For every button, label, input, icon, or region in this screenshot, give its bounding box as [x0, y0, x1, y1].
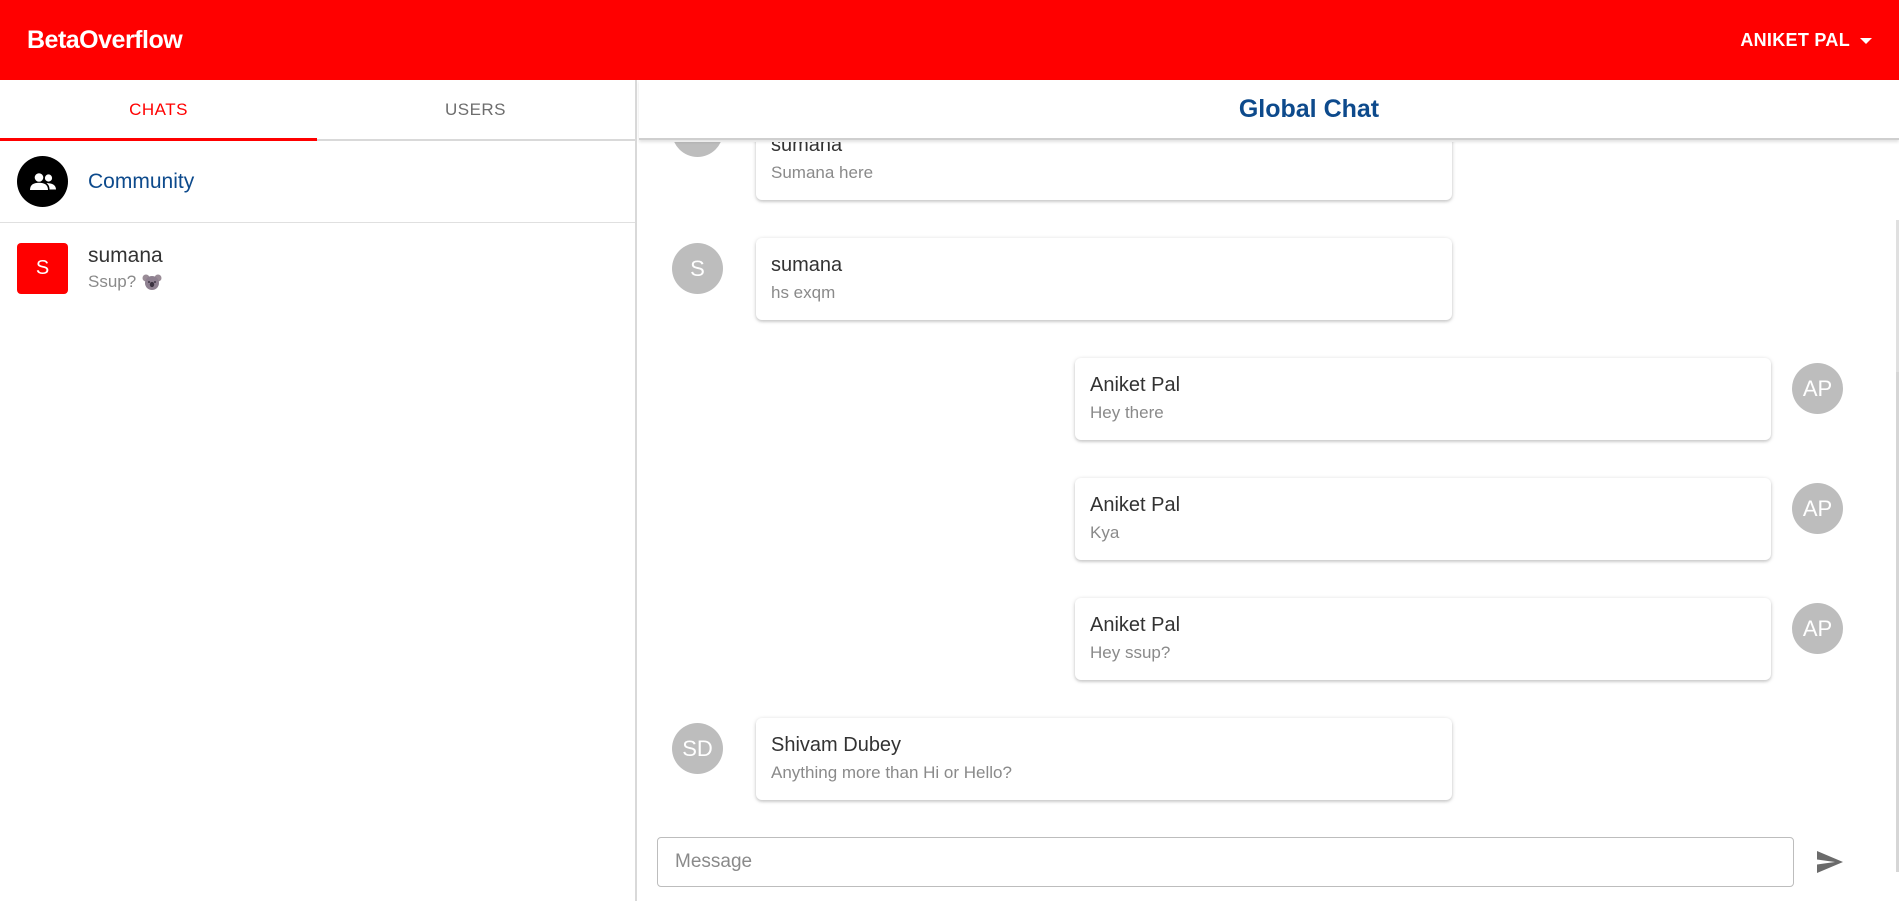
message-bubble: sumana hs exqm [756, 238, 1452, 320]
chat-panel: Global Chat sumana Sumana here S sumana … [639, 80, 1899, 901]
chat-item-preview-row: Ssup? [88, 272, 163, 292]
message-text: Sumana here [771, 163, 874, 182]
send-button[interactable] [1808, 840, 1852, 884]
user-menu-button[interactable]: ANIKET PAL [1740, 30, 1872, 51]
message-text: Hey ssup? [1090, 643, 1171, 662]
avatar: S [17, 242, 68, 294]
brand-title[interactable]: BetaOverflow [27, 26, 183, 55]
sidebar: CHATS USERS Community S sumana Ssup? [0, 80, 637, 901]
message-list[interactable]: sumana Sumana here S sumana hs exqm Anik… [639, 142, 1899, 904]
avatar: SD [672, 723, 723, 774]
avatar: AP [1792, 603, 1843, 654]
sidebar-tabs: CHATS USERS [0, 80, 635, 141]
koala-emoji-icon [142, 274, 162, 290]
avatar: S [672, 243, 723, 294]
message-sender: Aniket Pal [1090, 614, 1181, 636]
message-bubble: Aniket Pal Hey ssup? [1075, 598, 1771, 680]
page-title: Global Chat [1238, 94, 1380, 123]
chat-item-community[interactable]: Community [0, 141, 635, 223]
chat-item-name: Community [88, 169, 195, 193]
message-text: Kya [1090, 523, 1120, 542]
chat-item-sumana[interactable]: S sumana Ssup? [0, 223, 635, 313]
avatar: AP [1792, 483, 1843, 534]
message-text: hs exqm [771, 283, 836, 302]
chat-item-name: sumana [88, 244, 163, 267]
avatar: AP [1792, 363, 1843, 414]
message-sender: Shivam Dubey [771, 734, 902, 756]
message-bubble: Aniket Pal Kya [1075, 478, 1771, 560]
message-sender: Aniket Pal [1090, 374, 1181, 396]
group-icon [17, 156, 68, 207]
message-sender: Aniket Pal [1090, 494, 1181, 516]
chat-item-preview: Ssup? [88, 272, 137, 291]
active-tab-indicator [0, 138, 317, 141]
send-icon [1817, 851, 1843, 873]
message-text: Hey there [1090, 403, 1164, 422]
tab-chats[interactable]: CHATS [0, 80, 317, 139]
message-composer [657, 836, 1875, 888]
message-input[interactable] [657, 837, 1794, 887]
message-text: Anything more than Hi or Hello? [771, 763, 1012, 782]
tab-users[interactable]: USERS [317, 80, 634, 139]
message-bubble: Aniket Pal Hey there [1075, 358, 1771, 440]
message-bubble: sumana Sumana here [756, 142, 1452, 200]
message-sender: sumana [771, 142, 843, 156]
avatar [672, 142, 723, 157]
chat-header: Global Chat [639, 80, 1899, 140]
app-bar: BetaOverflow ANIKET PAL [0, 0, 1899, 80]
caret-down-icon [1860, 38, 1872, 44]
message-sender: sumana [771, 254, 843, 276]
user-menu-label: ANIKET PAL [1740, 29, 1850, 50]
message-bubble: Shivam Dubey Anything more than Hi or He… [756, 718, 1452, 800]
